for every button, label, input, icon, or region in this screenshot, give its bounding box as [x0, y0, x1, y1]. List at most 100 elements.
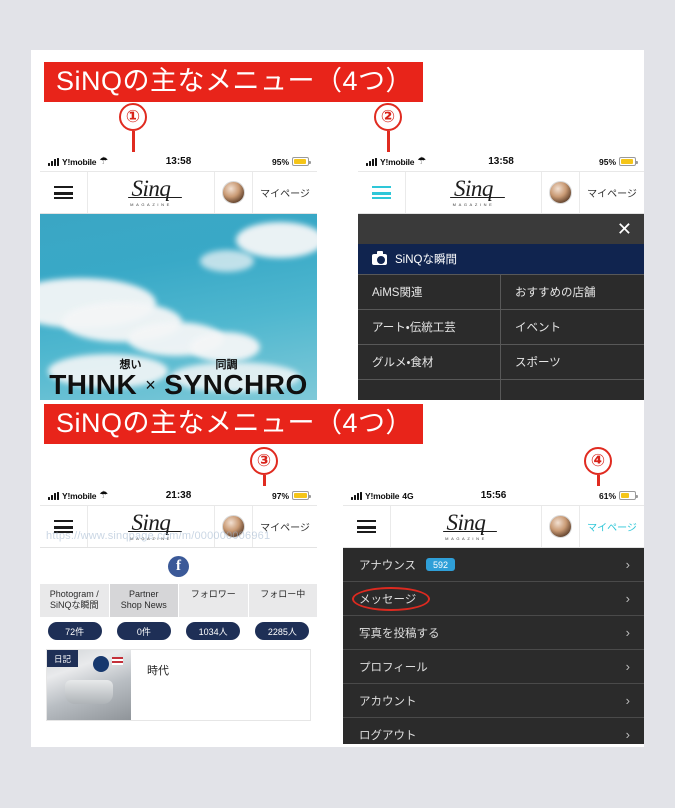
cloud-shape — [236, 222, 317, 258]
drawer-toolbar: ✕ — [358, 214, 644, 244]
carrier-label: Y!mobile — [62, 490, 97, 501]
unread-count-badge: 592 — [426, 558, 456, 571]
tab-label-line1: フォロー中 — [260, 589, 306, 599]
chevron-right-icon: › — [625, 693, 630, 708]
brand-logo[interactable]: Sinq MAGAZINE — [88, 172, 215, 213]
facebook-icon[interactable]: f — [168, 555, 189, 577]
logo-wordmark: Sinq — [126, 511, 183, 534]
avatar-button[interactable] — [542, 506, 580, 547]
chevron-right-icon: › — [625, 557, 630, 572]
hamburger-menu-button[interactable] — [358, 172, 406, 213]
count-badge: 1034人 — [186, 622, 241, 640]
category-item[interactable]: AiMS関連 — [358, 274, 501, 309]
drawer-section-header[interactable]: SiNQな瞬間 — [358, 244, 644, 274]
menu-item-post-photo[interactable]: 写真を投稿する › — [343, 616, 644, 650]
category-drawer: ✕ SiNQな瞬間 AiMS関連 おすすめの店舗 アート・伝統工芸 イベント グ… — [358, 214, 644, 400]
status-right-4: 61% — [598, 490, 638, 501]
hamburger-icon — [372, 186, 391, 199]
mypage-link[interactable]: マイページ — [253, 506, 317, 547]
mypage-menu-list: アナウンス 592 › メッセージ › 写真を投稿する › プロフィール › ア… — [343, 548, 644, 744]
tab-followers[interactable]: フォロワー — [179, 584, 249, 617]
battery-percent-label: 61% — [598, 490, 616, 501]
network-type-label: 4G — [402, 490, 414, 501]
wifi-icon: ☂ — [99, 155, 109, 167]
logo-subtext: MAGAZINE — [130, 536, 172, 541]
menu-item-logout[interactable]: ログアウト › — [343, 718, 644, 744]
avatar-button[interactable] — [215, 506, 253, 547]
mypage-link[interactable]: マイページ — [580, 172, 644, 213]
avatar — [549, 181, 572, 204]
post-card[interactable]: 日記 時代 — [46, 649, 311, 721]
hamburger-icon — [54, 186, 73, 199]
mypage-link[interactable]: マイページ — [580, 506, 644, 547]
section-banner-bottom: SiNQの主なメニュー（4つ） — [44, 404, 424, 444]
tab-partner-shop-news[interactable]: Partner Shop News — [109, 584, 179, 617]
battery-percent-label: 95% — [598, 156, 616, 167]
category-item-cutoff[interactable] — [501, 379, 644, 400]
post-thumbnail: 日記 — [47, 650, 131, 720]
status-bar-3: Y!mobile ☂ 21:38 97% — [40, 486, 317, 506]
phone-screenshot-4: Y!mobile 4G 15:56 61% Sinq MAGAZINE マイペー… — [343, 486, 644, 744]
menu-item-account[interactable]: アカウント › — [343, 684, 644, 718]
hero-headline-left: THINK — [49, 369, 138, 400]
wifi-icon: ☂ — [417, 155, 427, 167]
tab-label-line1: Partner — [128, 589, 159, 599]
signal-bars-icon — [351, 491, 362, 500]
wifi-icon: ☂ — [99, 489, 109, 501]
brand-logo[interactable]: Sinq MAGAZINE — [88, 506, 215, 547]
category-item[interactable]: おすすめの店舗 — [501, 274, 644, 309]
screenshot-root: SiNQの主なメニュー（4つ） ① ② Y!mobile ☂ 13:58 95% — [0, 0, 675, 808]
share-row: f — [40, 548, 317, 584]
signal-bars-icon — [48, 491, 59, 500]
status-left-3: Y!mobile ☂ — [48, 489, 109, 501]
category-grid: AiMS関連 おすすめの店舗 アート・伝統工芸 イベント グルメ・食材 スポーツ — [358, 274, 644, 400]
menu-item-label: 写真を投稿する — [359, 627, 440, 640]
section-banner-top: SiNQの主なメニュー（4つ） — [44, 62, 424, 102]
brand-logo[interactable]: Sinq MAGAZINE — [406, 172, 542, 213]
battery-icon — [292, 491, 311, 500]
mypage-link[interactable]: マイページ — [253, 172, 317, 213]
tab-following[interactable]: フォロー中 — [248, 584, 317, 617]
avatar-button[interactable] — [542, 172, 580, 213]
drawer-section-title: SiNQな瞬間 — [395, 254, 457, 266]
avatar-button[interactable] — [215, 172, 253, 213]
hamburger-menu-button[interactable] — [40, 506, 88, 547]
app-header-2: Sinq MAGAZINE マイページ — [358, 172, 644, 214]
carrier-label: Y!mobile — [365, 490, 400, 501]
hamburger-menu-button[interactable] — [343, 506, 391, 547]
callout-marker-3-label: ③ — [250, 447, 278, 475]
menu-item-message[interactable]: メッセージ › — [343, 582, 644, 616]
carrier-label: Y!mobile — [380, 156, 415, 167]
avatar — [222, 515, 245, 538]
tab-label-line2: Shop News — [120, 600, 167, 610]
hamburger-menu-button[interactable] — [40, 172, 88, 213]
category-item[interactable]: グルメ・食材 — [358, 344, 501, 379]
brand-logo[interactable]: Sinq MAGAZINE — [391, 506, 542, 547]
tab-photogram[interactable]: Photogram / SiNQな瞬間 — [40, 584, 110, 617]
menu-item-profile[interactable]: プロフィール › — [343, 650, 644, 684]
battery-percent-label: 95% — [271, 156, 289, 167]
chevron-right-icon: › — [625, 625, 630, 640]
status-bar-1: Y!mobile ☂ 13:58 95% — [40, 152, 317, 172]
logo-wordmark: Sinq — [126, 177, 183, 200]
flag-icon — [112, 657, 123, 665]
category-item[interactable]: スポーツ — [501, 344, 644, 379]
close-icon[interactable]: ✕ — [617, 220, 632, 238]
battery-percent-label: 97% — [271, 490, 289, 501]
status-right-2: 95% — [598, 156, 638, 167]
signal-bars-icon — [366, 157, 377, 166]
menu-item-announce[interactable]: アナウンス 592 › — [343, 548, 644, 582]
chevron-right-icon: › — [625, 659, 630, 674]
status-bar-4: Y!mobile 4G 15:56 61% — [343, 486, 644, 506]
category-item[interactable]: アート・伝統工芸 — [358, 309, 501, 344]
status-right-3: 97% — [271, 490, 311, 501]
app-header-3: Sinq MAGAZINE マイページ — [40, 506, 317, 548]
category-item[interactable]: イベント — [501, 309, 644, 344]
menu-item-label: アナウンス — [359, 559, 417, 572]
hero-caption: 想い 同調 THINK × SYNCHRO — [40, 356, 317, 400]
callout-marker-1-label: ① — [119, 103, 147, 131]
category-item-cutoff[interactable] — [358, 379, 501, 400]
hero-headline-x: × — [145, 375, 157, 395]
count-cell: 72件 — [40, 622, 109, 640]
status-right-1: 95% — [271, 156, 311, 167]
